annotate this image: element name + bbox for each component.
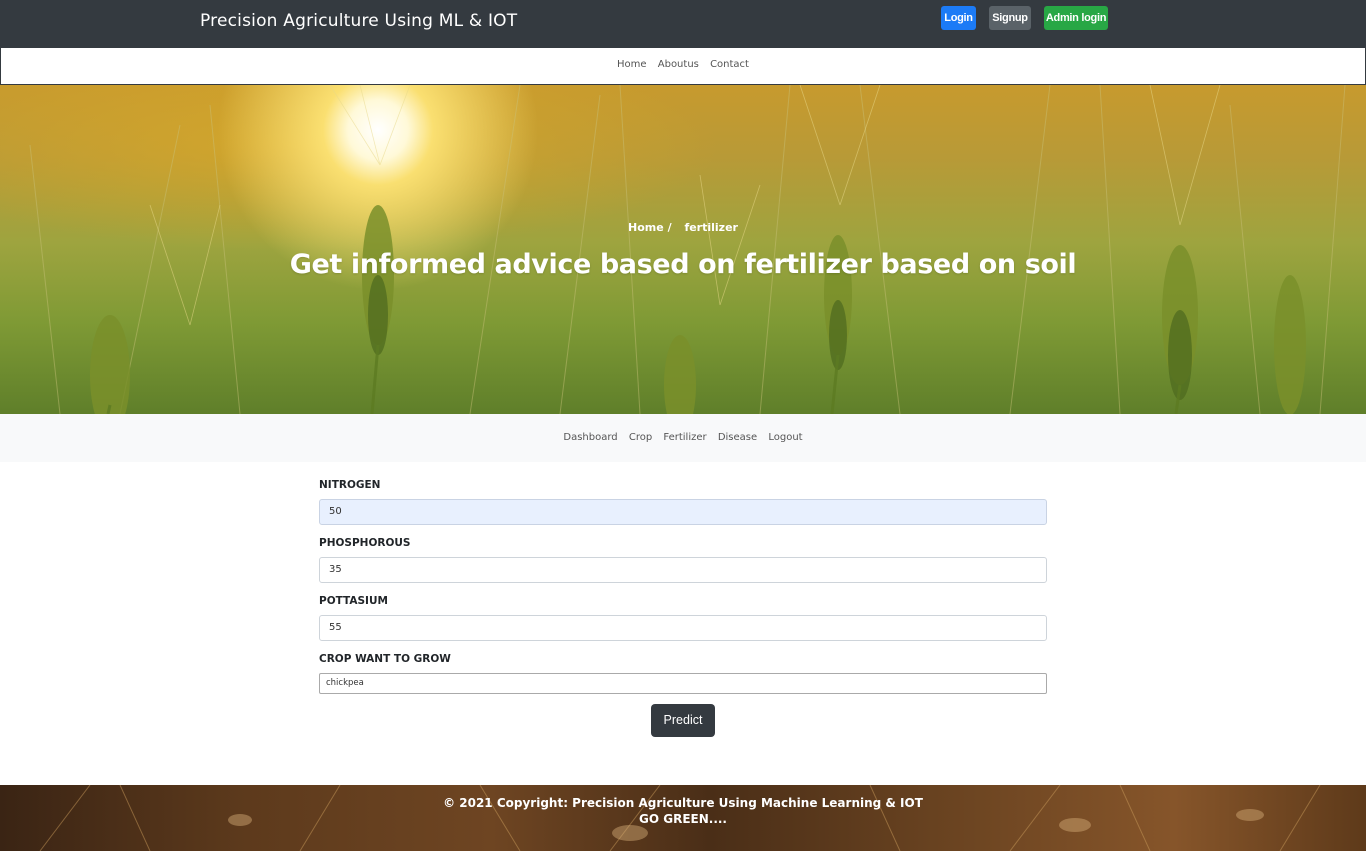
page-title: Get informed advice based on fertilizer … (289, 249, 1077, 280)
subnav-link-disease[interactable]: Disease (718, 432, 757, 443)
nitrogen-label: NITROGEN (319, 479, 381, 491)
hero-banner: Home / fertilizer Get informed advice ba… (0, 85, 1366, 414)
breadcrumb: Home / fertilizer (0, 221, 1366, 234)
breadcrumb-current: fertilizer (684, 221, 738, 234)
nav-link-contact[interactable]: Contact (710, 59, 749, 70)
nitrogen-input[interactable]: 50 (319, 499, 1047, 525)
breadcrumb-separator: / (667, 221, 672, 234)
brand-title[interactable]: Precision Agriculture Using ML & IOT (200, 11, 517, 31)
top-navbar: Precision Agriculture Using ML & IOT Log… (0, 0, 1366, 47)
subnav-link-logout[interactable]: Logout (768, 432, 802, 443)
subnav-link-crop[interactable]: Crop (629, 432, 652, 443)
admin-login-button[interactable]: Admin login (1044, 6, 1108, 30)
dashboard-nav: Dashboard Crop Fertilizer Disease Logout (0, 414, 1366, 462)
crop-select[interactable]: chickpea (319, 673, 1047, 694)
crop-label: CROP WANT TO GROW (319, 653, 451, 665)
breadcrumb-home[interactable]: Home (628, 221, 664, 234)
phosphorous-label: PHOSPHOROUS (319, 537, 411, 549)
pottasium-input[interactable]: 55 (319, 615, 1047, 641)
predict-button[interactable]: Predict (651, 704, 715, 737)
main-nav: Home Aboutus Contact (0, 47, 1366, 85)
login-button[interactable]: Login (941, 6, 976, 30)
footer-copyright: © 2021 Copyright: Precision Agriculture … (443, 796, 923, 810)
nav-link-home[interactable]: Home (617, 59, 647, 70)
nav-link-aboutus[interactable]: Aboutus (658, 59, 699, 70)
subnav-link-dashboard[interactable]: Dashboard (563, 432, 617, 443)
subnav-link-fertilizer[interactable]: Fertilizer (663, 432, 706, 443)
phosphorous-input[interactable]: 35 (319, 557, 1047, 583)
footer-slogan: GO GREEN.... (639, 812, 727, 826)
pottasium-label: POTTASIUM (319, 595, 388, 607)
footer: © 2021 Copyright: Precision Agriculture … (0, 785, 1366, 851)
signup-button[interactable]: Signup (989, 6, 1031, 30)
